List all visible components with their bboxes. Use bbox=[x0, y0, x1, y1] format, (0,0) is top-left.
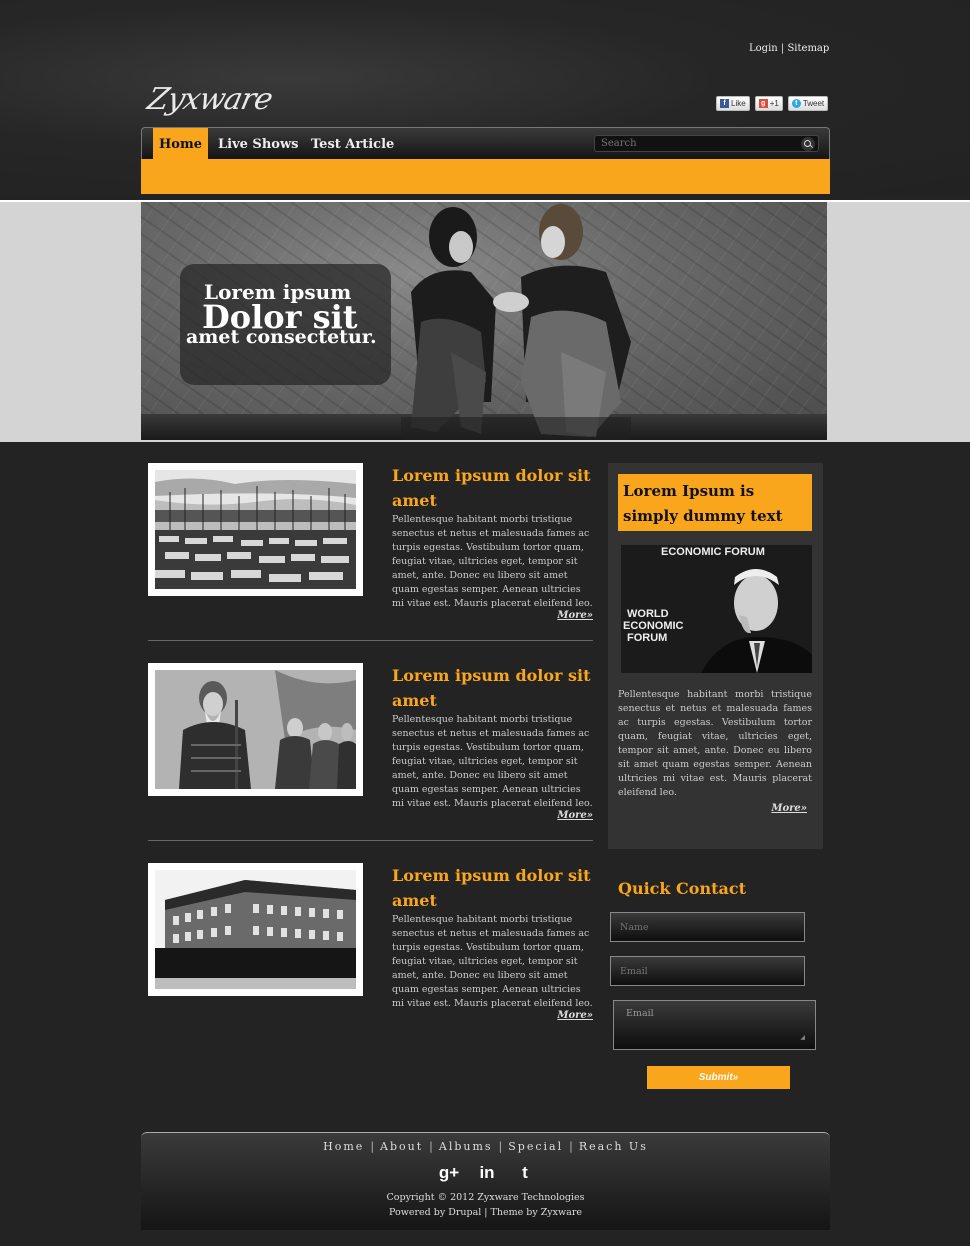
banner-caption-line3: amet consectetur. bbox=[186, 326, 377, 348]
article-item: Lorem ipsum dolor sit amet Pellentesque … bbox=[148, 663, 593, 863]
footer-link-special[interactable]: Special bbox=[508, 1140, 563, 1153]
twitter-icon[interactable]: t bbox=[515, 1163, 535, 1183]
sitemap-link[interactable]: Sitemap bbox=[787, 43, 829, 54]
login-link[interactable]: Login bbox=[749, 43, 778, 54]
forum-logo-text-3: FORUM bbox=[627, 632, 667, 644]
article-title[interactable]: Lorem ipsum dolor sit amet bbox=[392, 663, 592, 713]
article-more-link[interactable]: More» bbox=[557, 810, 593, 821]
footer-copyright: Copyright © 2012 Zyxware Technologies Po… bbox=[141, 1190, 830, 1220]
nav-accent-bar bbox=[141, 159, 830, 194]
tweet-label: Tweet bbox=[802, 99, 825, 108]
footer-social-icons: g+ in t bbox=[439, 1163, 535, 1183]
quick-contact-title: Quick Contact bbox=[618, 879, 746, 898]
forum-banner-text: ECONOMIC FORUM bbox=[661, 546, 765, 558]
site-header: Login | Sitemap Zyxware f Like g +1 t Tw… bbox=[0, 0, 970, 195]
search-box bbox=[594, 135, 819, 152]
article-title[interactable]: Lorem ipsum dolor sit amet bbox=[392, 463, 592, 513]
forum-logo-text-2: ECONOMIC bbox=[623, 620, 684, 632]
google-plus-icon[interactable]: g+ bbox=[439, 1163, 459, 1183]
google-plus-icon: g bbox=[758, 99, 768, 108]
linkedin-icon[interactable]: in bbox=[477, 1163, 497, 1183]
powered-by-text: Powered by Drupal | Theme by Zyxware bbox=[389, 1207, 582, 1218]
statues-image bbox=[155, 670, 356, 789]
article-divider bbox=[148, 840, 593, 841]
footer-link-albums[interactable]: Albums bbox=[439, 1140, 493, 1153]
facebook-icon: f bbox=[720, 99, 729, 108]
article-thumbnail[interactable] bbox=[148, 663, 363, 796]
nav-item-live-shows[interactable]: Live Shows bbox=[212, 128, 304, 160]
footer-nav: Home | About | Albums | Special | Reach Us bbox=[323, 1140, 648, 1153]
article-more-link[interactable]: More» bbox=[557, 1010, 593, 1021]
sidebar-heading: Lorem Ipsum is simply dummy text bbox=[618, 474, 812, 531]
sidebar-forum-image: ECONOMIC FORUM WORLD ECONOMIC FORUM bbox=[621, 545, 812, 673]
article-item: Lorem ipsum dolor sit amet Pellentesque … bbox=[148, 863, 593, 1063]
article-body: Pellentesque habitant morbi tristique se… bbox=[392, 714, 593, 809]
harbor-boats-image bbox=[155, 470, 356, 589]
search-icon[interactable] bbox=[801, 136, 815, 151]
twitter-bird-icon: t bbox=[791, 99, 801, 108]
site-footer: Home | About | Albums | Special | Reach Us g+ in… bbox=[141, 1132, 830, 1230]
brick-building-image bbox=[155, 870, 356, 989]
article-thumbnail[interactable] bbox=[148, 863, 363, 996]
plusone-label: +1 bbox=[769, 99, 779, 108]
name-field[interactable] bbox=[610, 912, 805, 942]
nav-item-home[interactable]: Home bbox=[153, 128, 208, 160]
google-plusone-button[interactable]: g +1 bbox=[754, 96, 783, 111]
message-placeholder: Email bbox=[626, 1008, 654, 1019]
footer-link-about[interactable]: About bbox=[380, 1140, 423, 1153]
search-input[interactable] bbox=[595, 138, 801, 149]
article-thumbnail[interactable] bbox=[148, 463, 363, 596]
copyright-text: Copyright © 2012 Zyxware Technologies bbox=[386, 1192, 585, 1203]
hero-banner: Lorem ipsum Dolor sit amet consectetur. bbox=[141, 202, 827, 440]
footer-link-reach-us[interactable]: Reach Us bbox=[579, 1140, 648, 1153]
banner-couple-photo bbox=[401, 204, 631, 440]
footer-link-home[interactable]: Home bbox=[323, 1140, 364, 1153]
like-label: Like bbox=[731, 99, 746, 108]
article-divider bbox=[148, 640, 593, 641]
submit-button[interactable]: Submit» bbox=[647, 1066, 790, 1089]
forum-logo-text-1: WORLD bbox=[627, 608, 669, 620]
email-field[interactable] bbox=[610, 956, 805, 986]
sidebar-body: Pellentesque habitant morbi tristique se… bbox=[618, 689, 812, 798]
article-more-link[interactable]: More» bbox=[557, 610, 593, 621]
nav-item-test-article[interactable]: Test Article bbox=[305, 128, 400, 160]
social-buttons: f Like g +1 t Tweet bbox=[716, 96, 829, 111]
facebook-like-button[interactable]: f Like bbox=[716, 96, 750, 111]
tweet-button[interactable]: t Tweet bbox=[787, 96, 829, 111]
top-links-separator: | bbox=[780, 43, 785, 54]
article-body: Pellentesque habitant morbi tristique se… bbox=[392, 914, 593, 1009]
article-item: Lorem ipsum dolor sit amet Pellentesque … bbox=[148, 463, 593, 663]
article-title[interactable]: Lorem ipsum dolor sit amet bbox=[392, 863, 592, 913]
sidebar-more-link[interactable]: More» bbox=[771, 803, 807, 814]
message-field[interactable]: Email ◢ bbox=[613, 1000, 816, 1050]
banner-caption: Lorem ipsum Dolor sit amet consectetur. bbox=[180, 264, 391, 385]
resize-grip-icon[interactable]: ◢ bbox=[800, 1034, 805, 1041]
sidebar-feature: Lorem Ipsum is simply dummy text ECONOMI… bbox=[608, 463, 823, 849]
article-body: Pellentesque habitant morbi tristique se… bbox=[392, 514, 593, 609]
main-nav: Home Live Shows Test Article bbox=[141, 127, 830, 160]
site-logo[interactable]: Zyxware bbox=[144, 82, 275, 117]
top-links: Login | Sitemap bbox=[749, 43, 829, 54]
